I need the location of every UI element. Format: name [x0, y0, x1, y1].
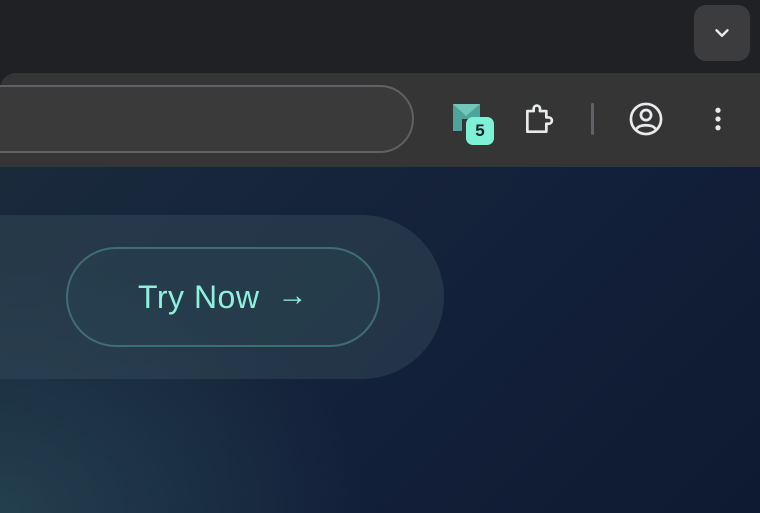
extensions-button[interactable] [516, 95, 564, 143]
arrow-right-icon: → [277, 279, 308, 312]
notification-badge: 5 [466, 117, 494, 145]
page-content: Try Now → [0, 167, 760, 513]
browser-menu-button[interactable] [694, 95, 742, 143]
tab-strip [0, 0, 760, 73]
chevron-down-icon [715, 29, 729, 37]
account-circle-icon [629, 102, 663, 136]
mail-extension-button[interactable]: 5 [444, 95, 494, 145]
tab-search-button[interactable] [694, 5, 750, 61]
puzzle-icon [525, 104, 554, 134]
toolbar-divider [591, 103, 594, 135]
browser-toolbar: 5 [0, 73, 760, 167]
try-now-label: Try Now [138, 278, 260, 315]
browser-window: 5 Try Now → [0, 0, 760, 513]
address-bar[interactable] [0, 85, 414, 153]
address-input[interactable] [0, 87, 412, 151]
more-vertical-icon [715, 107, 721, 131]
try-now-button[interactable]: Try Now → [66, 247, 380, 347]
profile-button[interactable] [622, 95, 670, 143]
